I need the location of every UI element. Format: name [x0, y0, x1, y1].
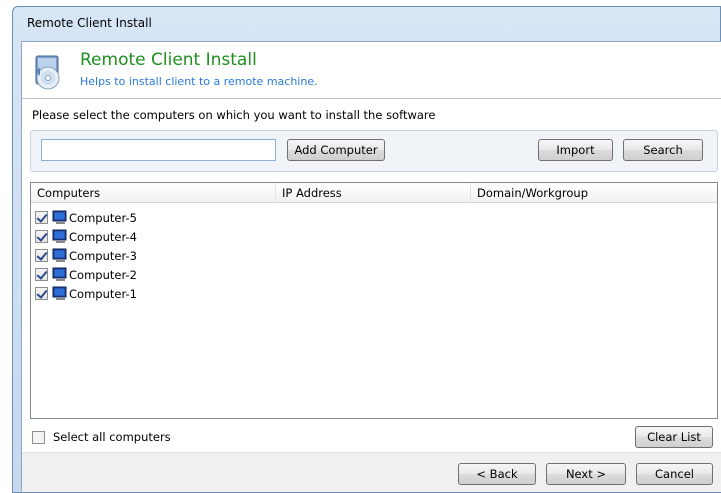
next-button[interactable]: Next > — [546, 463, 626, 485]
row-checkbox[interactable] — [35, 249, 48, 262]
dialog-header: Remote Client Install Helps to install c… — [22, 42, 721, 98]
list-item[interactable]: Computer-4 — [35, 227, 137, 246]
column-header-domain-workgroup[interactable]: Domain/Workgroup — [471, 183, 718, 203]
computer-rows: Computer-5 Computer-4 Computer-3 Compute… — [35, 208, 137, 303]
computer-name-input[interactable] — [41, 139, 276, 161]
computer-name: Computer-4 — [69, 229, 137, 244]
search-button[interactable]: Search — [623, 139, 703, 161]
select-all-label: Select all computers — [53, 430, 171, 444]
computer-name: Computer-5 — [69, 210, 137, 225]
install-disc-box-icon — [35, 55, 60, 90]
list-item[interactable]: Computer-3 — [35, 246, 137, 265]
instruction-text: Please select the computers on which you… — [32, 108, 436, 122]
computer-name: Computer-3 — [69, 248, 137, 263]
add-computer-button[interactable]: Add Computer — [287, 139, 385, 161]
column-header-computers[interactable]: Computers — [31, 183, 276, 203]
select-all-checkbox[interactable] — [32, 430, 45, 444]
header-title: Remote Client Install — [80, 50, 257, 70]
list-item[interactable]: Computer-5 — [35, 208, 137, 227]
row-checkbox[interactable] — [35, 268, 48, 281]
computer-name: Computer-1 — [69, 286, 137, 301]
cancel-button[interactable]: Cancel — [636, 463, 713, 485]
row-checkbox[interactable] — [35, 211, 48, 224]
header-divider — [22, 98, 721, 99]
computer-icon — [52, 267, 67, 281]
list-header: Computers IP Address Domain/Workgroup — [31, 183, 717, 203]
remote-client-install-window: Remote Client Install Remote Client Inst… — [12, 6, 721, 493]
window-title: Remote Client Install — [27, 16, 152, 30]
computers-list[interactable]: Computers IP Address Domain/Workgroup Co… — [30, 182, 718, 419]
computer-icon — [52, 210, 67, 224]
row-checkbox[interactable] — [35, 230, 48, 243]
row-checkbox[interactable] — [35, 287, 48, 300]
wizard-footer: < Back Next > Cancel — [22, 452, 721, 492]
back-button[interactable]: < Back — [458, 463, 536, 485]
dialog-body: Remote Client Install Helps to install c… — [21, 41, 721, 492]
computer-icon — [52, 248, 67, 262]
list-item[interactable]: Computer-2 — [35, 265, 137, 284]
title-bar[interactable]: Remote Client Install — [13, 7, 720, 41]
computer-name: Computer-2 — [69, 267, 137, 282]
clear-list-button[interactable]: Clear List — [635, 426, 713, 448]
column-header-ip-address[interactable]: IP Address — [276, 183, 471, 203]
computer-icon — [52, 286, 67, 300]
list-item[interactable]: Computer-1 — [35, 284, 137, 303]
computer-entry-toolbar: Add Computer Import Search — [30, 130, 718, 172]
import-button[interactable]: Import — [538, 139, 613, 161]
computer-icon — [52, 229, 67, 243]
select-all-control[interactable]: Select all computers — [32, 430, 171, 444]
header-subtitle: Helps to install client to a remote mach… — [80, 75, 318, 88]
